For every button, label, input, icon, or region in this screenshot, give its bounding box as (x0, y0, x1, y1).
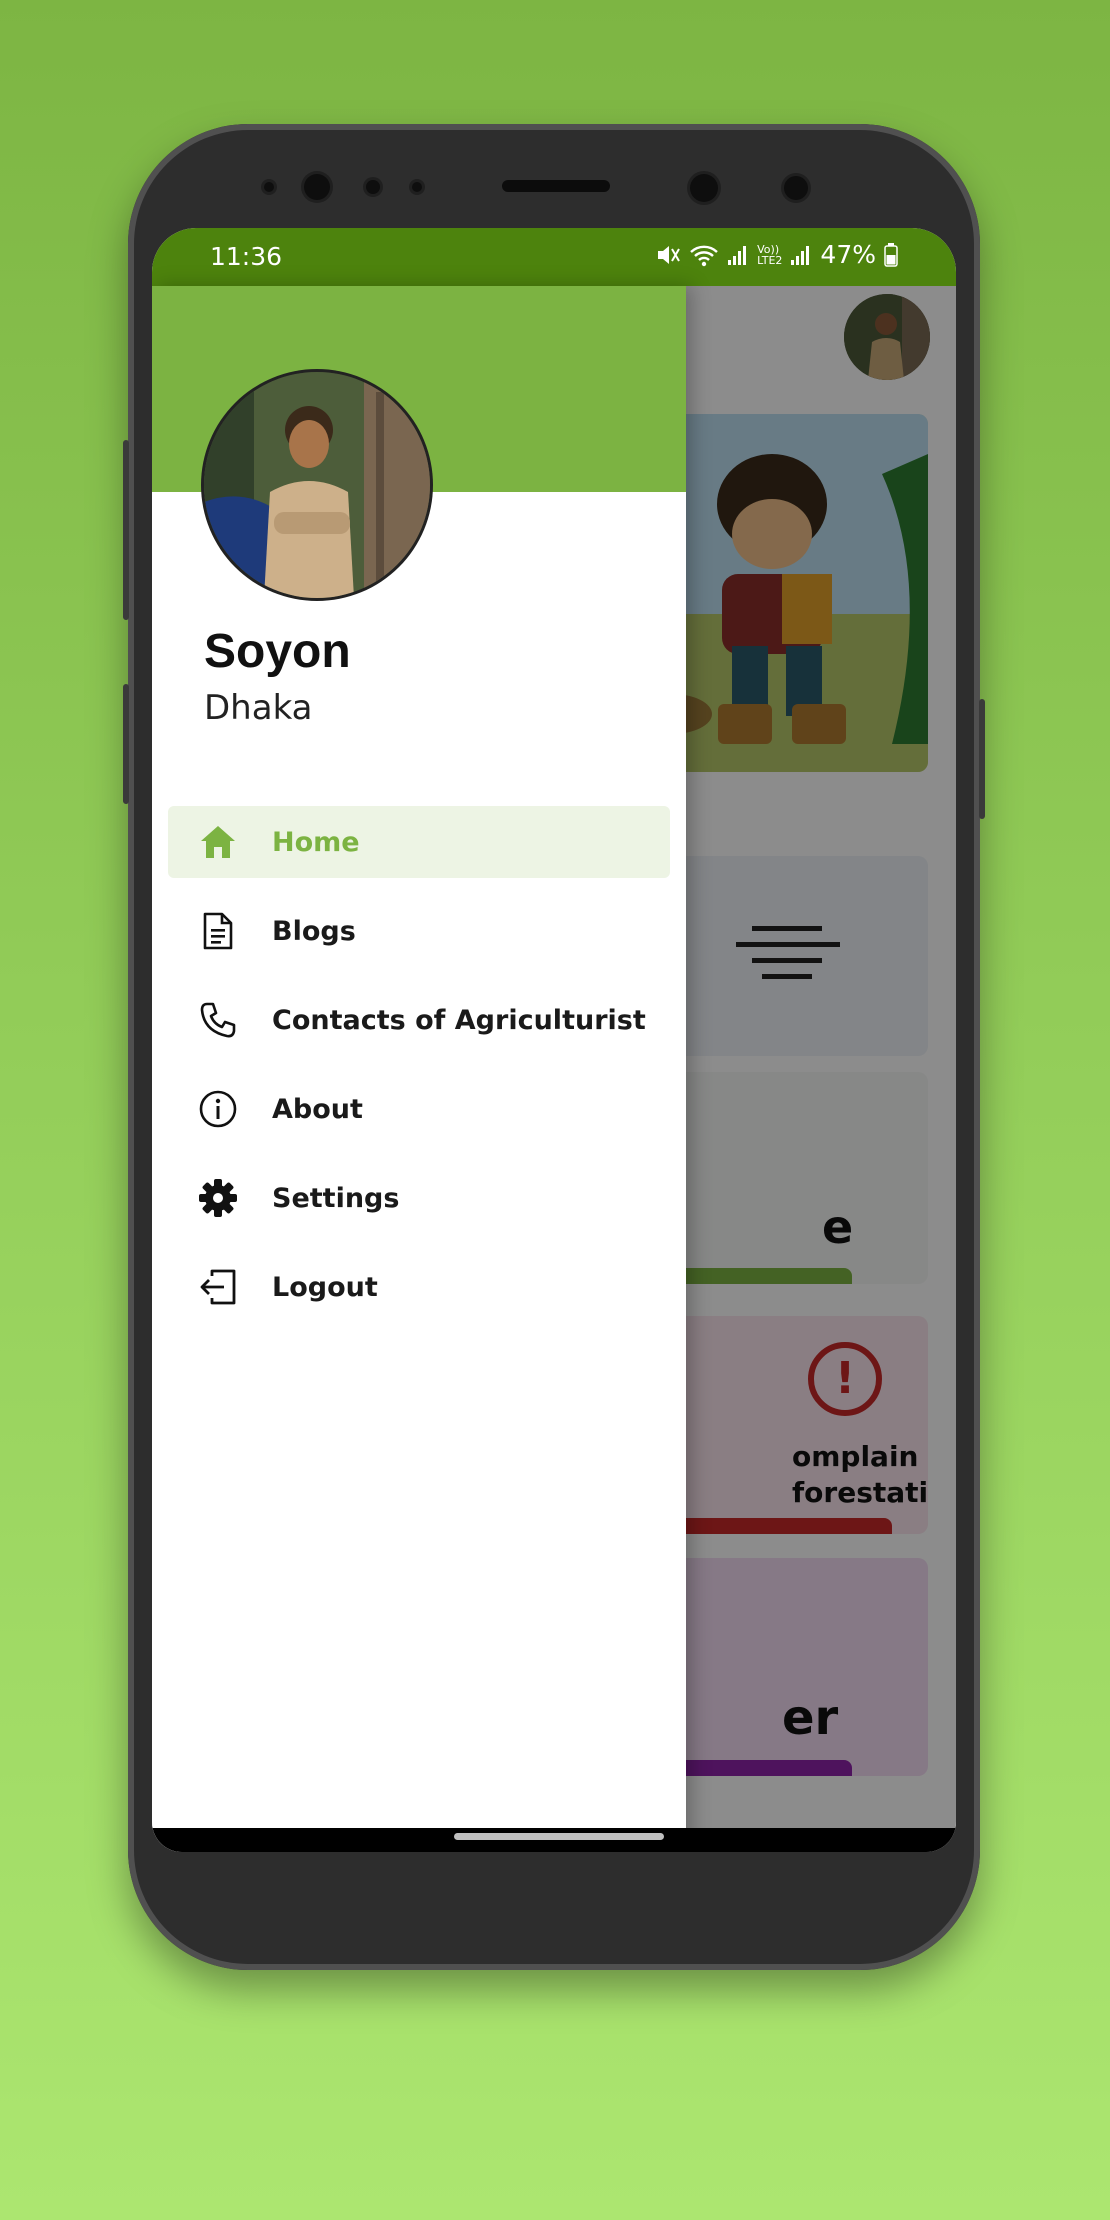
menu-item-contacts[interactable]: Contacts of Agriculturist (168, 984, 670, 1056)
sensor-dot (366, 180, 380, 194)
drawer-menu: Home Blogs Contacts of Agriculturist Abo… (168, 806, 670, 1340)
battery-percent: 47% (820, 240, 876, 269)
menu-item-label: Contacts of Agriculturist (272, 1004, 646, 1036)
menu-item-label: About (272, 1093, 363, 1125)
user-location: Dhaka (204, 688, 313, 728)
volte-label: Vo)) LTE2 (757, 242, 783, 267)
phone-frame: 11:36 Vo)) LTE2 47% e ! omplain forestat… (123, 124, 985, 1970)
sensor-dot (264, 182, 274, 192)
phone-screen: 11:36 Vo)) LTE2 47% e ! omplain forestat… (152, 228, 956, 1852)
earpiece-speaker (502, 180, 610, 192)
sensor-dot (412, 182, 422, 192)
user-name: Soyon (204, 625, 351, 678)
menu-item-settings[interactable]: Settings (168, 1162, 670, 1234)
home-icon (198, 822, 238, 862)
phone-power-button (979, 699, 985, 819)
front-camera (690, 174, 718, 202)
phone-side-button (123, 684, 129, 804)
status-time: 11:36 (210, 242, 283, 271)
phone-side-button (123, 440, 129, 620)
wifi-icon (689, 243, 719, 267)
menu-item-label: Blogs (272, 915, 356, 947)
gear-icon (198, 1178, 238, 1218)
status-bar: 11:36 Vo)) LTE2 47% (152, 228, 956, 286)
menu-item-logout[interactable]: Logout (168, 1251, 670, 1323)
menu-item-label: Settings (272, 1182, 400, 1214)
front-camera (784, 176, 808, 200)
logout-icon (198, 1267, 238, 1307)
avatar[interactable] (204, 372, 430, 598)
signal-icon (727, 244, 749, 266)
mute-vibrate-icon (655, 243, 681, 267)
status-icons: Vo)) LTE2 47% (655, 240, 898, 269)
gesture-pill[interactable] (454, 1833, 664, 1840)
menu-item-label: Home (272, 826, 360, 858)
phone-top-bezel (128, 124, 980, 234)
battery-icon (884, 242, 898, 267)
menu-item-blogs[interactable]: Blogs (168, 895, 670, 967)
navigation-drawer: Soyon Dhaka Home Blogs Contacts of Agric… (152, 286, 686, 1852)
document-icon (198, 911, 238, 951)
front-camera (304, 174, 330, 200)
navigation-gesture-bar (152, 1828, 956, 1852)
menu-item-about[interactable]: About (168, 1073, 670, 1145)
phone-icon (198, 1000, 238, 1040)
menu-item-home[interactable]: Home (168, 806, 670, 878)
menu-item-label: Logout (272, 1271, 378, 1303)
info-icon (198, 1089, 238, 1129)
signal-icon (790, 244, 812, 266)
